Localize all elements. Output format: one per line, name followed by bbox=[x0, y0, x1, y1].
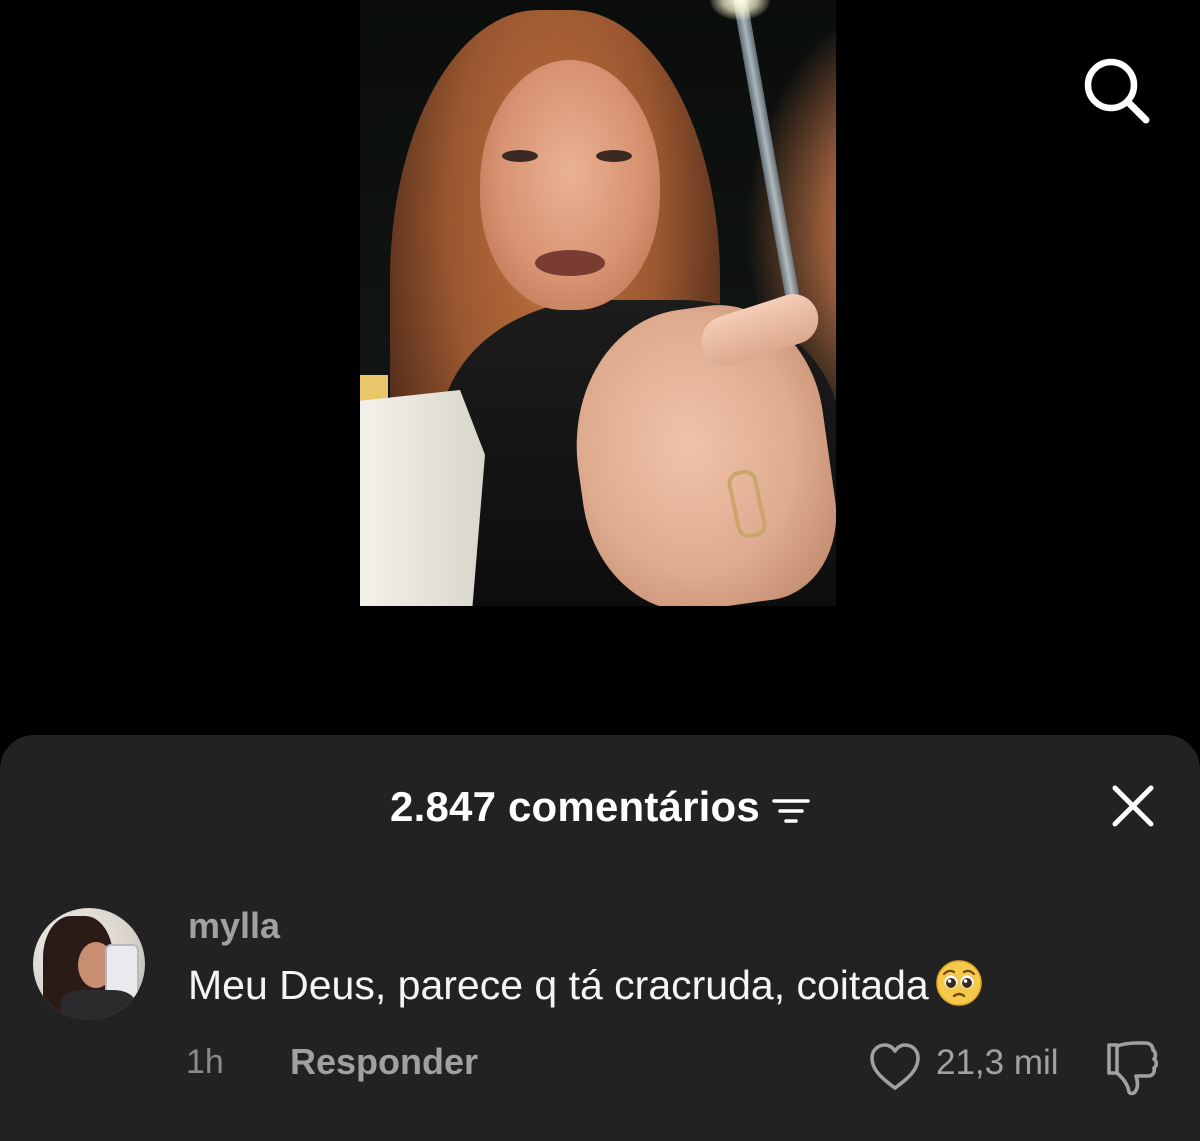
comment-item: mylla Meu Deus, parece q tá cracruda, co… bbox=[0, 905, 1200, 1105]
filter-icon[interactable] bbox=[772, 796, 810, 826]
search-icon[interactable] bbox=[1078, 52, 1154, 128]
comment-text: Meu Deus, parece q tá cracruda, coitada bbox=[188, 962, 929, 1008]
close-icon[interactable] bbox=[1110, 783, 1156, 829]
person-eye-left bbox=[502, 150, 538, 162]
comment-time: 1h bbox=[186, 1043, 224, 1081]
video-player[interactable] bbox=[0, 0, 1200, 735]
video-frame[interactable] bbox=[360, 0, 836, 606]
comment-text-line: Meu Deus, parece q tá cracruda, coitada bbox=[188, 959, 983, 1009]
comment-username[interactable]: mylla bbox=[188, 905, 280, 947]
person-mouth bbox=[535, 250, 605, 276]
comments-sheet: 2.847 comentários mylla Meu Deus, parece… bbox=[0, 735, 1200, 1141]
avatar[interactable] bbox=[33, 908, 145, 1020]
street-lamp-light bbox=[710, 0, 770, 20]
street-lamp-pole bbox=[733, 0, 806, 335]
reply-button[interactable]: Responder bbox=[290, 1041, 478, 1083]
comments-count-title: 2.847 comentários bbox=[390, 783, 760, 830]
thumbs-down-icon[interactable] bbox=[1103, 1039, 1159, 1097]
comments-header: 2.847 comentários bbox=[0, 777, 1200, 837]
person-eye-right bbox=[596, 150, 632, 162]
pleading-face-emoji-icon bbox=[935, 960, 982, 1006]
avatar-shirt bbox=[61, 990, 135, 1020]
paper-bag bbox=[360, 390, 485, 606]
like-count: 21,3 mil bbox=[936, 1043, 1059, 1082]
heart-icon[interactable] bbox=[868, 1041, 922, 1093]
